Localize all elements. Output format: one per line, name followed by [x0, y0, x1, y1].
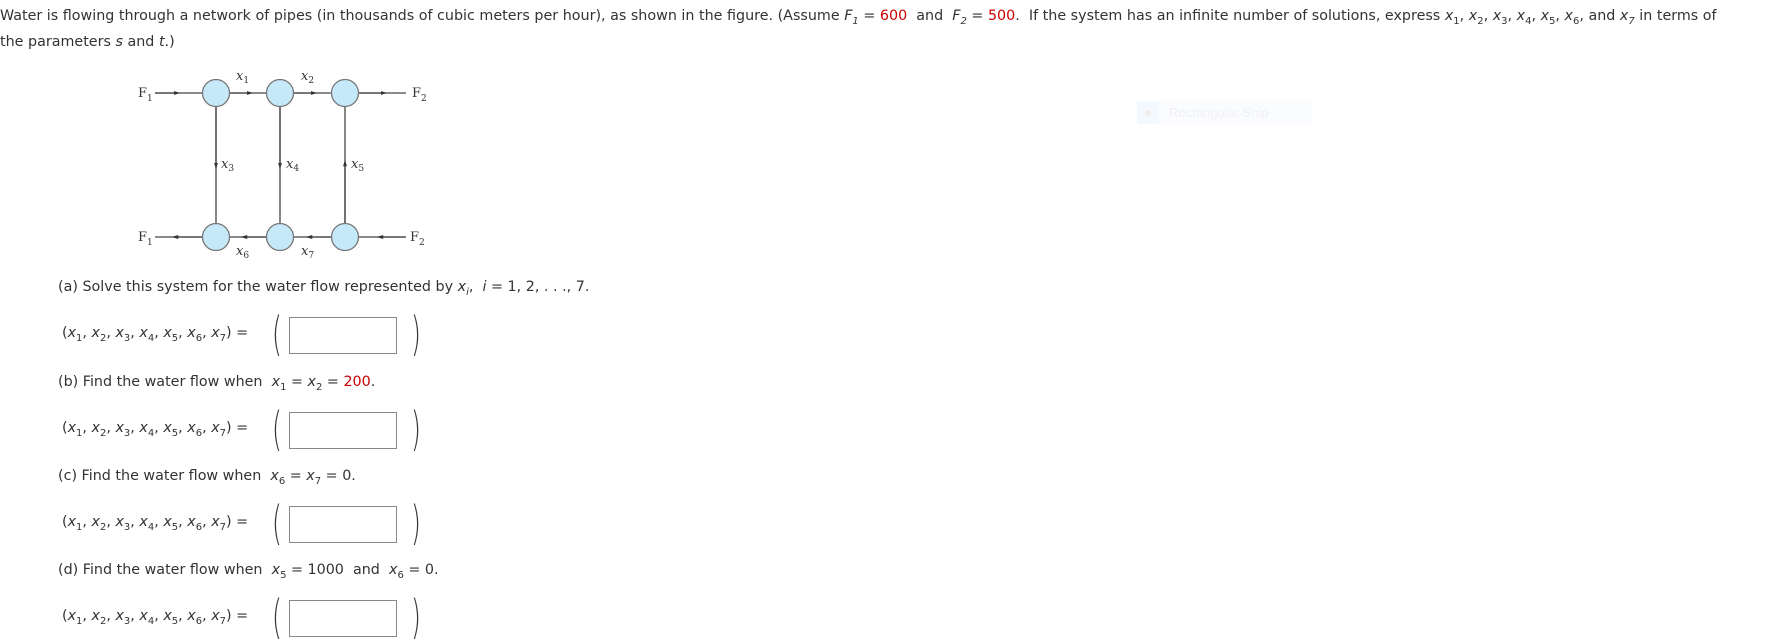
part-b-answer-row: (x1, x2, x3, x4, x5, x6, x7) = ()	[62, 402, 562, 456]
comma: ,	[1507, 8, 1517, 24]
math-text: =	[285, 468, 307, 484]
variable-x5: x	[1540, 8, 1550, 24]
label-F2-top: F2	[412, 86, 427, 104]
question-text: (a) Solve this system for the water flow…	[58, 279, 458, 295]
F2-value: 500	[987, 8, 1016, 24]
right-paren: )	[411, 590, 421, 644]
variable-list: x1, x2, x3, x4, x5, x6,	[1444, 8, 1589, 27]
label-F2-bottom: F2	[410, 230, 425, 248]
question-text: (b) Find the water flow when	[58, 374, 272, 390]
variable-x3: x	[1492, 8, 1502, 24]
question-text: (d) Find the water flow when	[58, 562, 272, 578]
and-text: and	[907, 8, 953, 24]
label-x4: x4	[286, 157, 299, 174]
part-a-question: (a) Solve this system for the water flow…	[58, 277, 590, 298]
part-d-answer-input[interactable]	[289, 600, 397, 637]
variable-x6: x	[1564, 8, 1573, 24]
bottom-node-1	[201, 222, 231, 252]
intro-text: Water is flowing through a network of pi…	[0, 8, 845, 24]
math-text: =	[286, 374, 308, 390]
part-d-question: (d) Find the water flow when x5 = 1000 a…	[58, 560, 439, 581]
problem-line-2: the parameters s and t.)	[0, 29, 1783, 55]
label-x6: x6	[236, 244, 249, 261]
label-x1: x1	[236, 69, 249, 86]
and-text: and	[122, 34, 159, 50]
question-text: (c) Find the water flow when	[58, 468, 271, 484]
part-a-answer-row: (x1, x2, x3, x4, x5, x6, x7) = ()	[62, 307, 562, 361]
math-variable: x	[307, 374, 316, 390]
left-paren: (	[272, 402, 282, 456]
tuple-label: (x1, x2, x3, x4, x5, x6, x7) =	[62, 420, 249, 439]
and-text: and	[1588, 8, 1620, 24]
right-paren: )	[411, 307, 421, 361]
tuple-label: (x1, x2, x3, x4, x5, x6, x7) =	[62, 608, 249, 627]
part-c-answer-row: (x1, x2, x3, x4, x5, x6, x7) = ()	[62, 496, 562, 550]
variable-x1: x	[1444, 8, 1454, 24]
bottom-node-2	[265, 222, 295, 252]
intro-text-3: in terms of	[1634, 8, 1717, 24]
F1-value: 600	[879, 8, 908, 24]
top-node-1	[201, 78, 231, 108]
math-text: .	[370, 374, 376, 390]
variable-x4: x	[1516, 8, 1526, 24]
part-d-answer-row: (x1, x2, x3, x4, x5, x6, x7) = ()	[62, 590, 562, 644]
intro-text-2: . If the system has an infinite number o…	[1015, 8, 1445, 24]
left-paren: (	[272, 307, 282, 361]
math-text: =	[322, 374, 344, 390]
right-paren: )	[411, 496, 421, 550]
math-variable: x	[270, 468, 279, 484]
F2-symbol: F2	[952, 8, 967, 27]
label-x2: x2	[301, 69, 314, 86]
label-F1-top: F1	[138, 86, 153, 104]
part-a-answer-input[interactable]	[289, 317, 397, 354]
math-variable: x	[271, 562, 281, 578]
top-node-2	[265, 78, 295, 108]
label-x7: x7	[301, 244, 314, 261]
math-variable: x	[457, 279, 467, 295]
comma: ,	[1531, 8, 1541, 24]
param-s: s	[115, 34, 123, 50]
left-paren: (	[272, 590, 282, 644]
given-value: 200	[343, 374, 371, 390]
pipe-network-diagram: F1 F2 F1 F2 x1 x2 x3 x4 x5 x6 x7	[138, 69, 427, 261]
part-c-answer-input[interactable]	[289, 506, 397, 543]
top-node-3	[330, 78, 360, 108]
equals: =	[858, 8, 880, 24]
math-variable: x	[271, 374, 281, 390]
label-F1-bottom: F1	[138, 230, 153, 248]
math-text: = 1, 2, . . ., 7.	[486, 279, 590, 295]
math-text: = 1000 and	[286, 562, 389, 578]
math-text: ,	[468, 279, 483, 295]
variable-x2: x	[1468, 8, 1478, 24]
comma: ,	[1483, 8, 1493, 24]
tuple-label: (x1, x2, x3, x4, x5, x6, x7) =	[62, 325, 249, 344]
problem-statement: Water is flowing through a network of pi…	[0, 3, 1783, 55]
tuple-label: (x1, x2, x3, x4, x5, x6, x7) =	[62, 514, 249, 533]
F1-symbol: F1	[844, 8, 859, 27]
part-b-answer-input[interactable]	[289, 412, 397, 449]
intro-text-4: the parameters	[0, 34, 116, 50]
problem-line-1: Water is flowing through a network of pi…	[0, 3, 1783, 29]
right-paren: )	[411, 402, 421, 456]
variable-x7: x7	[1619, 8, 1635, 27]
part-b-question: (b) Find the water flow when x1 = x2 = 2…	[58, 372, 376, 393]
part-c-question: (c) Find the water flow when x6 = x7 = 0…	[58, 466, 356, 487]
rectangular-snip-tooltip: Rectangular Snip	[1137, 101, 1312, 124]
left-paren: (	[272, 496, 282, 550]
math-text: = 0.	[321, 468, 356, 484]
equals: =	[966, 8, 988, 24]
bottom-node-3	[330, 222, 360, 252]
comma: ,	[1459, 8, 1469, 24]
label-x3: x3	[221, 157, 234, 174]
intro-text-5: .)	[164, 34, 175, 50]
snip-label: Rectangular Snip	[1169, 105, 1269, 120]
comma: ,	[1555, 8, 1565, 24]
label-x5: x5	[351, 157, 364, 174]
snip-record-icon	[1137, 101, 1159, 124]
math-text: = 0.	[403, 562, 439, 578]
math-variable: x	[306, 468, 315, 484]
